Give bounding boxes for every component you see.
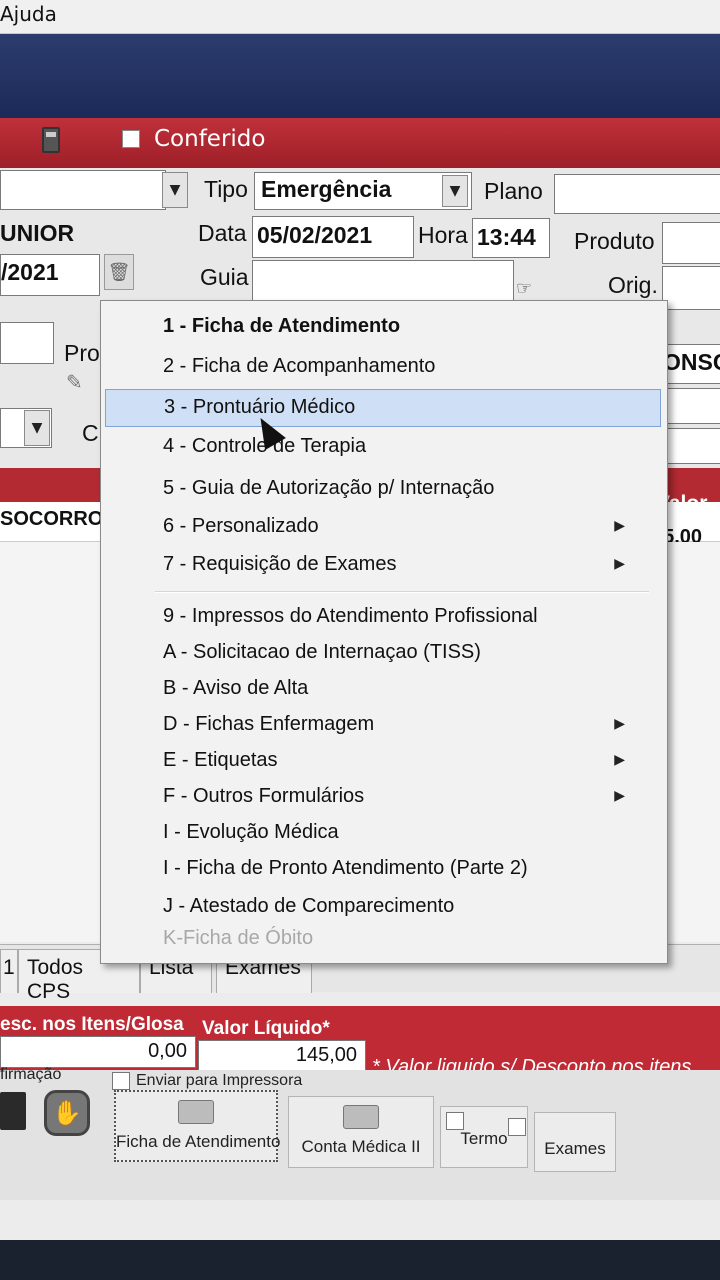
menu-item[interactable]: 1 - Ficha de Atendimento [105, 309, 661, 347]
menu-help[interactable]: Ajuda [0, 2, 57, 26]
c-label: C [82, 420, 99, 446]
enviar-impressora-checkbox[interactable] [112, 1072, 130, 1090]
menu-item-label: J - Atestado de Comparecimento [163, 895, 455, 917]
calculator-icon[interactable] [42, 127, 60, 153]
termo-checkbox-right[interactable] [508, 1118, 526, 1136]
menu-item[interactable]: F - Outros Formulários ▶ [105, 779, 661, 817]
menu-item-label: A - Solicitacao de Internaçao (TISS) [163, 641, 481, 663]
grid-cell-desc: SOCORRO [0, 508, 104, 530]
plano-field[interactable] [554, 174, 720, 214]
menu-item[interactable]: D - Fichas Enfermagem ▶ [105, 707, 661, 745]
menu-item[interactable]: 3 - Prontuário Médico [105, 389, 661, 427]
menu-item-label: F - Outros Formulários [163, 785, 365, 807]
menu-item-label: E - Etiquetas [163, 749, 278, 771]
ficha-atendimento-label: Ficha de Atendimento [116, 1132, 281, 1151]
stop-hand-icon[interactable]: ✋ [44, 1090, 90, 1136]
menu-item[interactable]: I - Ficha de Pronto Atendimento (Parte 2… [105, 851, 661, 889]
menu-item-label: I - Evolução Médica [163, 821, 339, 843]
pro-label: Pro [64, 340, 100, 366]
enviar-impressora-label: Enviar para Impressora [136, 1072, 303, 1089]
menu-item-label: K-Ficha de Óbito [163, 927, 314, 949]
menu-item[interactable]: 2 - Ficha de Acompanhamento [105, 349, 661, 387]
combo-field-left[interactable] [0, 170, 166, 210]
menu-item[interactable]: 5 - Guia de Autorização p/ Internação [105, 471, 661, 509]
tab-1[interactable]: 1 [0, 949, 18, 993]
guia-field[interactable] [252, 260, 514, 302]
convenio-field[interactable]: ONSC [660, 344, 720, 384]
field-right-row5[interactable] [660, 388, 720, 424]
date-field-left[interactable]: /2021 [0, 254, 100, 296]
menu-item[interactable]: 4 - Controle de Terapia [105, 429, 661, 467]
tipo-label: Tipo [204, 176, 248, 202]
submenu-arrow-icon: ▶ [614, 715, 625, 731]
data-label: Data [198, 220, 247, 246]
termo-checkbox-left[interactable] [446, 1112, 464, 1130]
header-bar [0, 118, 720, 168]
submenu-arrow-icon: ▶ [614, 787, 625, 803]
menu-item: K-Ficha de Óbito [105, 921, 661, 959]
trash-icon[interactable]: 🗑 [104, 254, 134, 290]
menu-item-label: 3 - Prontuário Médico [164, 396, 356, 418]
plano-label: Plano [484, 178, 543, 204]
produto-label: Produto [574, 228, 655, 254]
produto-field[interactable] [662, 222, 720, 264]
menu-item-label: 9 - Impressos do Atendimento Profissiona… [163, 605, 538, 627]
conta-medica-label: Conta Médica II [301, 1137, 421, 1156]
valor-liquido-label: Valor Líquido* [202, 1018, 330, 1039]
menu-item[interactable]: I - Evolução Médica [105, 815, 661, 853]
guia-label: Guia [200, 264, 249, 290]
application-window: Ajuda Conferido ▼ Tipo Emergência ▼ Plan… [0, 0, 720, 1240]
menu-item[interactable]: 6 - Personalizado ▶ [105, 509, 661, 547]
menu-item[interactable]: 9 - Impressos do Atendimento Profissiona… [105, 599, 661, 637]
chevron-down-icon[interactable]: ▼ [162, 172, 188, 208]
chevron-down-icon[interactable]: ▼ [442, 175, 468, 207]
menu-item-label: I - Ficha de Pronto Atendimento (Parte 2… [163, 857, 528, 879]
ficha-atendimento-button[interactable]: Ficha de Atendimento [114, 1090, 281, 1162]
menu-item[interactable]: E - Etiquetas ▶ [105, 743, 661, 781]
orig-field[interactable] [662, 266, 720, 310]
conferido-checkbox[interactable] [122, 130, 140, 148]
desc-glosa-field[interactable]: 0,00 [0, 1036, 196, 1068]
desc-glosa-label: esc. nos Itens/Glosa [0, 1014, 184, 1035]
tipo-select[interactable]: Emergência [254, 172, 472, 210]
submenu-arrow-icon: ▶ [614, 751, 625, 767]
data-field[interactable]: 05/02/2021 [252, 216, 414, 258]
submenu-arrow-icon: ▶ [614, 555, 625, 571]
hora-field[interactable]: 13:44 [472, 218, 550, 258]
field-left-row4[interactable] [0, 322, 54, 364]
hora-label: Hora [418, 222, 468, 248]
field-right-row6[interactable] [660, 428, 720, 464]
pencil-icon[interactable]: ✎ [66, 370, 83, 394]
confirmacao-label: firmação [0, 1066, 62, 1083]
menu-item[interactable]: A - Solicitacao de Internaçao (TISS) [105, 635, 661, 673]
printer-icon [343, 1105, 379, 1129]
exames-button[interactable]: Exames [534, 1112, 616, 1172]
menu-item-label: 7 - Requisição de Exames [163, 553, 397, 575]
menu-item[interactable]: 7 - Requisição de Exames ▶ [105, 547, 661, 585]
save-icon[interactable] [0, 1092, 26, 1130]
menu-item-label: D - Fichas Enfermagem [163, 713, 375, 735]
printer-icon [178, 1100, 214, 1124]
menu-item-label: 6 - Personalizado [163, 515, 319, 537]
submenu-arrow-icon: ▶ [614, 517, 625, 533]
print-context-menu: 1 - Ficha de Atendimento 2 - Ficha de Aco… [100, 300, 668, 964]
menu-item[interactable]: B - Aviso de Alta [105, 671, 661, 709]
menu-item-label: B - Aviso de Alta [163, 677, 309, 699]
menu-item-label: 1 - Ficha de Atendimento [163, 315, 401, 337]
patient-name-fragment: UNIOR [0, 220, 75, 246]
menu-bar: Ajuda [0, 0, 720, 34]
menu-item-label: 5 - Guia de Autorização p/ Internação [163, 477, 495, 499]
conta-medica-button[interactable]: Conta Médica II [288, 1096, 434, 1168]
menu-separator [155, 591, 649, 593]
menu-item-label: 2 - Ficha de Acompanhamento [163, 355, 436, 377]
orig-label: Orig. [608, 272, 658, 298]
lookup-icon[interactable]: ☞ [516, 278, 532, 299]
conferido-label: Conferido [154, 126, 266, 152]
termo-label: Termo [460, 1129, 508, 1148]
title-band [0, 34, 720, 118]
exames-label: Exames [544, 1139, 606, 1158]
chevron-down-icon[interactable]: ▼ [24, 410, 50, 446]
valor-liquido-field[interactable]: 145,00 [198, 1040, 366, 1072]
